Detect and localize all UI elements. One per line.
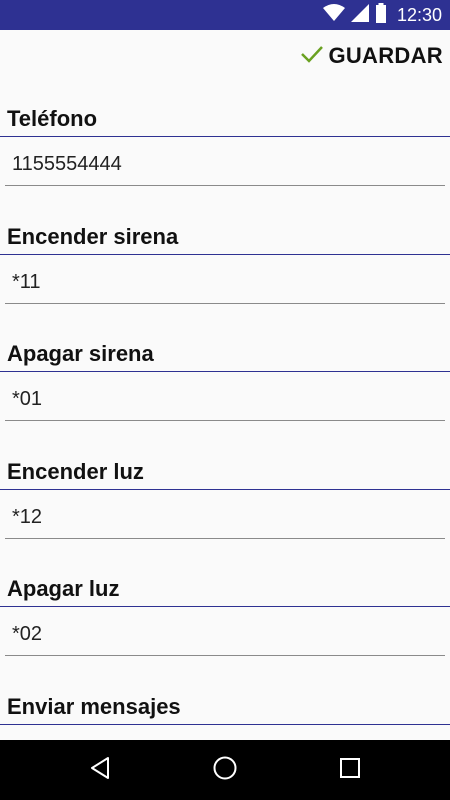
home-icon	[212, 755, 238, 785]
section-encender-sirena: Encender sirena *11	[0, 200, 450, 318]
wifi-icon	[322, 4, 345, 26]
siren-on-field[interactable]: *11	[5, 263, 445, 304]
section-title: Encender luz	[7, 458, 144, 484]
section-title: Teléfono	[7, 106, 98, 131]
check-icon	[300, 44, 324, 68]
action-bar: GUARDAR	[0, 30, 450, 82]
field-value: *01	[12, 388, 43, 410]
home-button[interactable]	[205, 750, 245, 790]
back-button[interactable]	[80, 750, 120, 790]
light-on-field[interactable]: *12	[5, 498, 445, 539]
section-divider	[0, 253, 450, 255]
settings-form: Teléfono 1155554444 Encender sirena *11 …	[0, 82, 450, 740]
save-label: GUARDAR	[328, 43, 443, 68]
section-encender-luz: Encender luz *12	[0, 435, 450, 553]
section-divider	[0, 723, 450, 725]
section-telefono: Teléfono 1155554444	[0, 82, 450, 200]
signal-icon	[350, 4, 369, 26]
field-value: *11	[12, 270, 41, 293]
back-icon	[89, 756, 111, 784]
status-icons: 12:30	[322, 0, 442, 30]
siren-off-field[interactable]: *01	[5, 380, 445, 421]
section-divider	[0, 606, 450, 607]
recents-icon	[339, 757, 361, 783]
section-title: Apagar luz	[7, 576, 120, 601]
section-apagar-sirena: Apagar sirena *01	[0, 317, 450, 435]
status-time: 12:30	[396, 4, 442, 25]
section-divider	[0, 136, 450, 137]
section-divider	[0, 371, 450, 372]
section-title: Enviar mensajes	[7, 693, 181, 719]
save-button[interactable]: GUARDAR	[300, 40, 443, 72]
recents-button[interactable]	[330, 750, 370, 790]
field-value: *12	[12, 505, 43, 528]
section-divider	[0, 488, 450, 490]
navigation-bar	[0, 740, 450, 800]
phone-field[interactable]: 1155554444	[5, 145, 445, 186]
field-value: *02	[12, 623, 43, 645]
section-enviar-mensajes: Enviar mensajes	[0, 670, 450, 741]
section-apagar-luz: Apagar luz *02	[0, 552, 450, 670]
battery-icon	[375, 3, 387, 27]
status-bar: 12:30	[0, 0, 450, 30]
light-off-field[interactable]: *02	[5, 615, 445, 656]
section-title: Apagar sirena	[7, 341, 154, 366]
field-value: 1155554444	[12, 153, 122, 175]
section-title: Encender sirena	[7, 223, 179, 249]
